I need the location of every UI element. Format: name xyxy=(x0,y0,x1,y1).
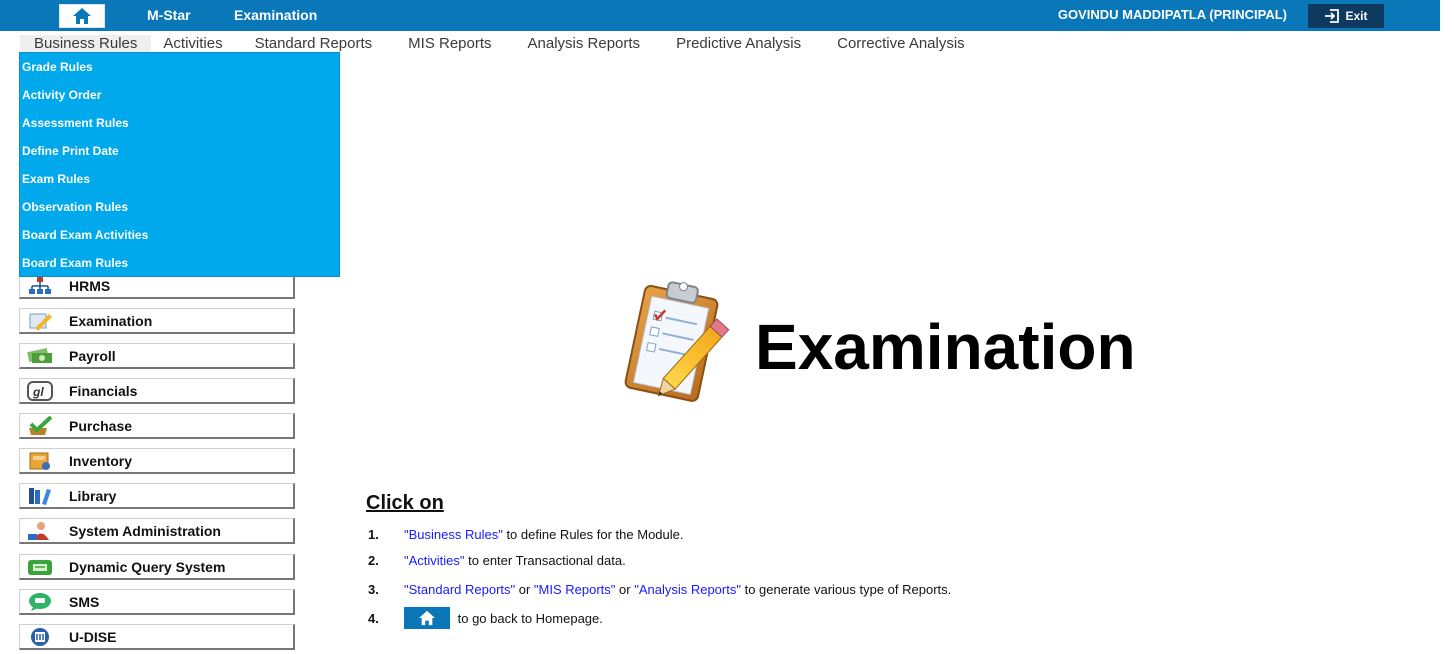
home-shortcut-button[interactable] xyxy=(404,607,450,629)
step-number: 1. xyxy=(368,527,379,542)
module-label-purchase: Purchase xyxy=(69,417,133,434)
activities-link[interactable]: "Activities" xyxy=(404,553,465,568)
analysis-reports-link[interactable]: "Analysis Reports" xyxy=(634,582,741,597)
module-purchase[interactable]: Purchase xyxy=(19,413,295,439)
library-icon xyxy=(24,485,56,507)
menu-analysis-reports[interactable]: Analysis Reports xyxy=(506,35,655,52)
module-label-u-dise: U-DISE xyxy=(69,628,117,645)
instruction-step: 2. "Activities" to enter Transactional d… xyxy=(368,553,626,568)
module-label-examination: Examination xyxy=(69,312,153,329)
module-examination[interactable]: Examination xyxy=(19,308,295,334)
dropdown-observation-rules[interactable]: Observation Rules xyxy=(20,193,339,221)
dropdown-assessment-rules[interactable]: Assessment Rules xyxy=(20,109,339,137)
module-label-financials: Financials xyxy=(69,382,138,399)
instructions-heading: Click on xyxy=(366,492,444,514)
admin-icon xyxy=(24,520,56,542)
org-chart-icon xyxy=(24,275,56,297)
module-sms[interactable]: SMS xyxy=(19,589,295,615)
step-number: 3. xyxy=(368,582,379,597)
module-label-dynamic-query-system: Dynamic Query System xyxy=(69,558,226,575)
module-label-system-administration: System Administration xyxy=(69,522,221,539)
svg-text:gl: gl xyxy=(32,385,44,399)
home-icon xyxy=(419,610,435,626)
pencil-paper-icon xyxy=(24,310,56,332)
dropdown-activity-order[interactable]: Activity Order xyxy=(20,81,339,109)
module-label-inventory: Inventory xyxy=(69,452,133,469)
page-title: Examination xyxy=(755,311,1136,383)
menu-business-rules[interactable]: Business Rules xyxy=(20,34,152,52)
menu-mis-reports[interactable]: MIS Reports xyxy=(386,35,505,52)
module-dynamic-query-system[interactable]: Dynamic Query System xyxy=(19,554,295,580)
money-icon xyxy=(24,345,56,367)
module-system-administration[interactable]: System Administration xyxy=(19,518,295,544)
exit-icon xyxy=(1325,9,1340,23)
sms-icon xyxy=(24,591,56,613)
step-text: to generate various type of Reports. xyxy=(740,582,952,597)
menu-activities[interactable]: Activities xyxy=(151,35,236,52)
standard-reports-link[interactable]: "Standard Reports" xyxy=(404,582,515,597)
step-text: to go back to Homepage. xyxy=(454,610,603,626)
module-label-hrms: HRMS xyxy=(69,277,111,294)
module-library[interactable]: Library xyxy=(19,483,295,509)
step-text: to define Rules for the Module. xyxy=(502,527,684,542)
step-number: 4. xyxy=(368,610,379,626)
exit-label: Exit xyxy=(1345,9,1368,23)
menu-corrective-analysis[interactable]: Corrective Analysis xyxy=(815,35,979,52)
gl-icon: gl xyxy=(24,380,56,402)
step-text: or xyxy=(615,582,635,597)
step-number: 2. xyxy=(368,553,379,568)
module-financials[interactable]: gl Financials xyxy=(19,378,295,404)
inventory-icon xyxy=(24,450,56,472)
home-button[interactable] xyxy=(59,4,105,28)
udise-icon xyxy=(24,626,56,648)
user-name: GOVINDU MADDIPATLA (PRINCIPAL) xyxy=(1057,7,1287,22)
menu-standard-reports[interactable]: Standard Reports xyxy=(237,35,387,52)
home-icon xyxy=(73,8,91,24)
dropdown-grade-rules[interactable]: Grade Rules xyxy=(20,53,339,81)
dropdown-board-exam-rules[interactable]: Board Exam Rules xyxy=(20,249,339,277)
module-name: Examination xyxy=(234,7,318,23)
business-rules-link[interactable]: "Business Rules" xyxy=(404,527,503,542)
module-u-dise[interactable]: U-DISE xyxy=(19,624,295,650)
query-icon xyxy=(24,556,56,578)
module-label-sms: SMS xyxy=(69,593,100,610)
dropdown-board-exam-activities[interactable]: Board Exam Activities xyxy=(20,221,339,249)
dropdown-define-print-date[interactable]: Define Print Date xyxy=(20,137,339,165)
top-bar: M-Star Examination GOVINDU MADDIPATLA (P… xyxy=(0,0,1454,32)
module-payroll[interactable]: Payroll xyxy=(19,343,295,369)
instruction-step: 3. "Standard Reports" or "MIS Reports" o… xyxy=(368,582,951,597)
mis-reports-link[interactable]: "MIS Reports" xyxy=(534,582,615,597)
cart-check-icon xyxy=(24,415,56,437)
app-name: M-Star xyxy=(147,7,191,23)
menu-predictive-analysis[interactable]: Predictive Analysis xyxy=(654,35,815,52)
business-rules-dropdown: Grade Rules Activity Order Assessment Ru… xyxy=(19,52,340,277)
instruction-step: 1. "Business Rules" to define Rules for … xyxy=(368,527,684,542)
dropdown-exam-rules[interactable]: Exam Rules xyxy=(20,165,339,193)
step-text: to enter Transactional data. xyxy=(464,553,626,568)
module-label-library: Library xyxy=(69,487,117,504)
exit-button[interactable]: Exit xyxy=(1308,4,1384,28)
instruction-step: 4. to go back to Homepage. xyxy=(368,607,603,629)
step-text: or xyxy=(515,582,534,597)
main-menu: Business Rules Activities Standard Repor… xyxy=(20,33,979,53)
module-inventory[interactable]: Inventory xyxy=(19,448,295,474)
module-label-payroll: Payroll xyxy=(69,347,116,364)
clipboard-pencil-icon xyxy=(604,276,744,416)
